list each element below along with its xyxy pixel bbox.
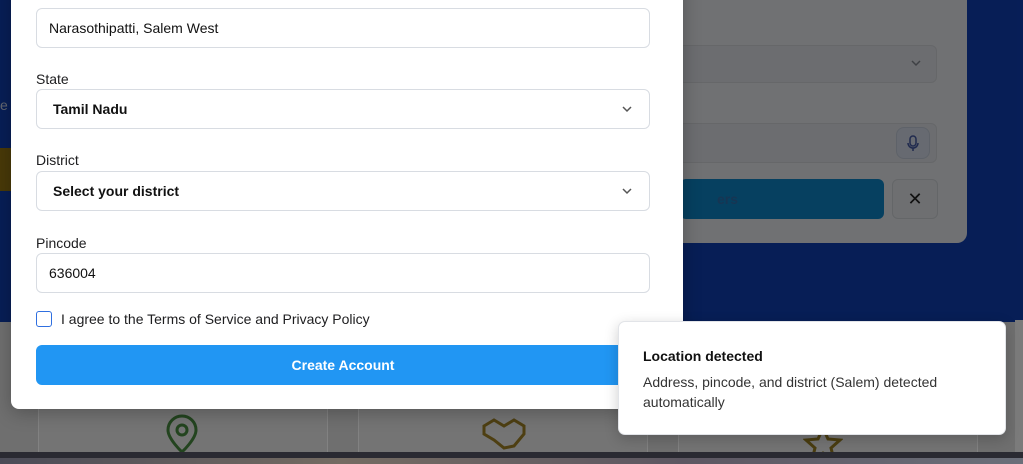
pincode-input[interactable]: 636004 xyxy=(36,253,650,293)
toast-title: Location detected xyxy=(643,348,763,364)
state-label: State xyxy=(36,71,69,87)
district-label: District xyxy=(36,152,79,168)
create-account-button[interactable]: Create Account xyxy=(36,345,650,385)
background-footer-strip-gradient xyxy=(0,458,1023,464)
district-select[interactable]: Select your district xyxy=(36,171,650,211)
terms-label[interactable]: I agree to the Terms of Service and Priv… xyxy=(61,311,370,327)
toast-message: Address, pincode, and district (Salem) d… xyxy=(643,374,938,410)
address-input[interactable]: Narasothipatti, Salem West xyxy=(36,8,650,48)
pincode-label: Pincode xyxy=(36,235,87,251)
terms-checkbox[interactable] xyxy=(36,311,52,327)
terms-row: I agree to the Terms of Service and Priv… xyxy=(36,311,370,327)
registration-modal: Narasothipatti, Salem West State Tamil N… xyxy=(11,0,683,409)
handshake-icon xyxy=(482,418,526,450)
location-toast: Location detected Address, pincode, and … xyxy=(618,321,1006,435)
map-pin-icon xyxy=(166,414,198,454)
chevron-down-icon xyxy=(622,188,632,195)
state-select[interactable]: Tamil Nadu xyxy=(36,89,650,129)
address-value: Narasothipatti, Salem West xyxy=(49,20,219,36)
pincode-value: 636004 xyxy=(49,265,96,281)
district-select-value: Select your district xyxy=(53,183,180,199)
chevron-down-icon xyxy=(622,106,632,113)
background-edge xyxy=(1015,320,1023,464)
state-select-value: Tamil Nadu xyxy=(53,101,128,117)
